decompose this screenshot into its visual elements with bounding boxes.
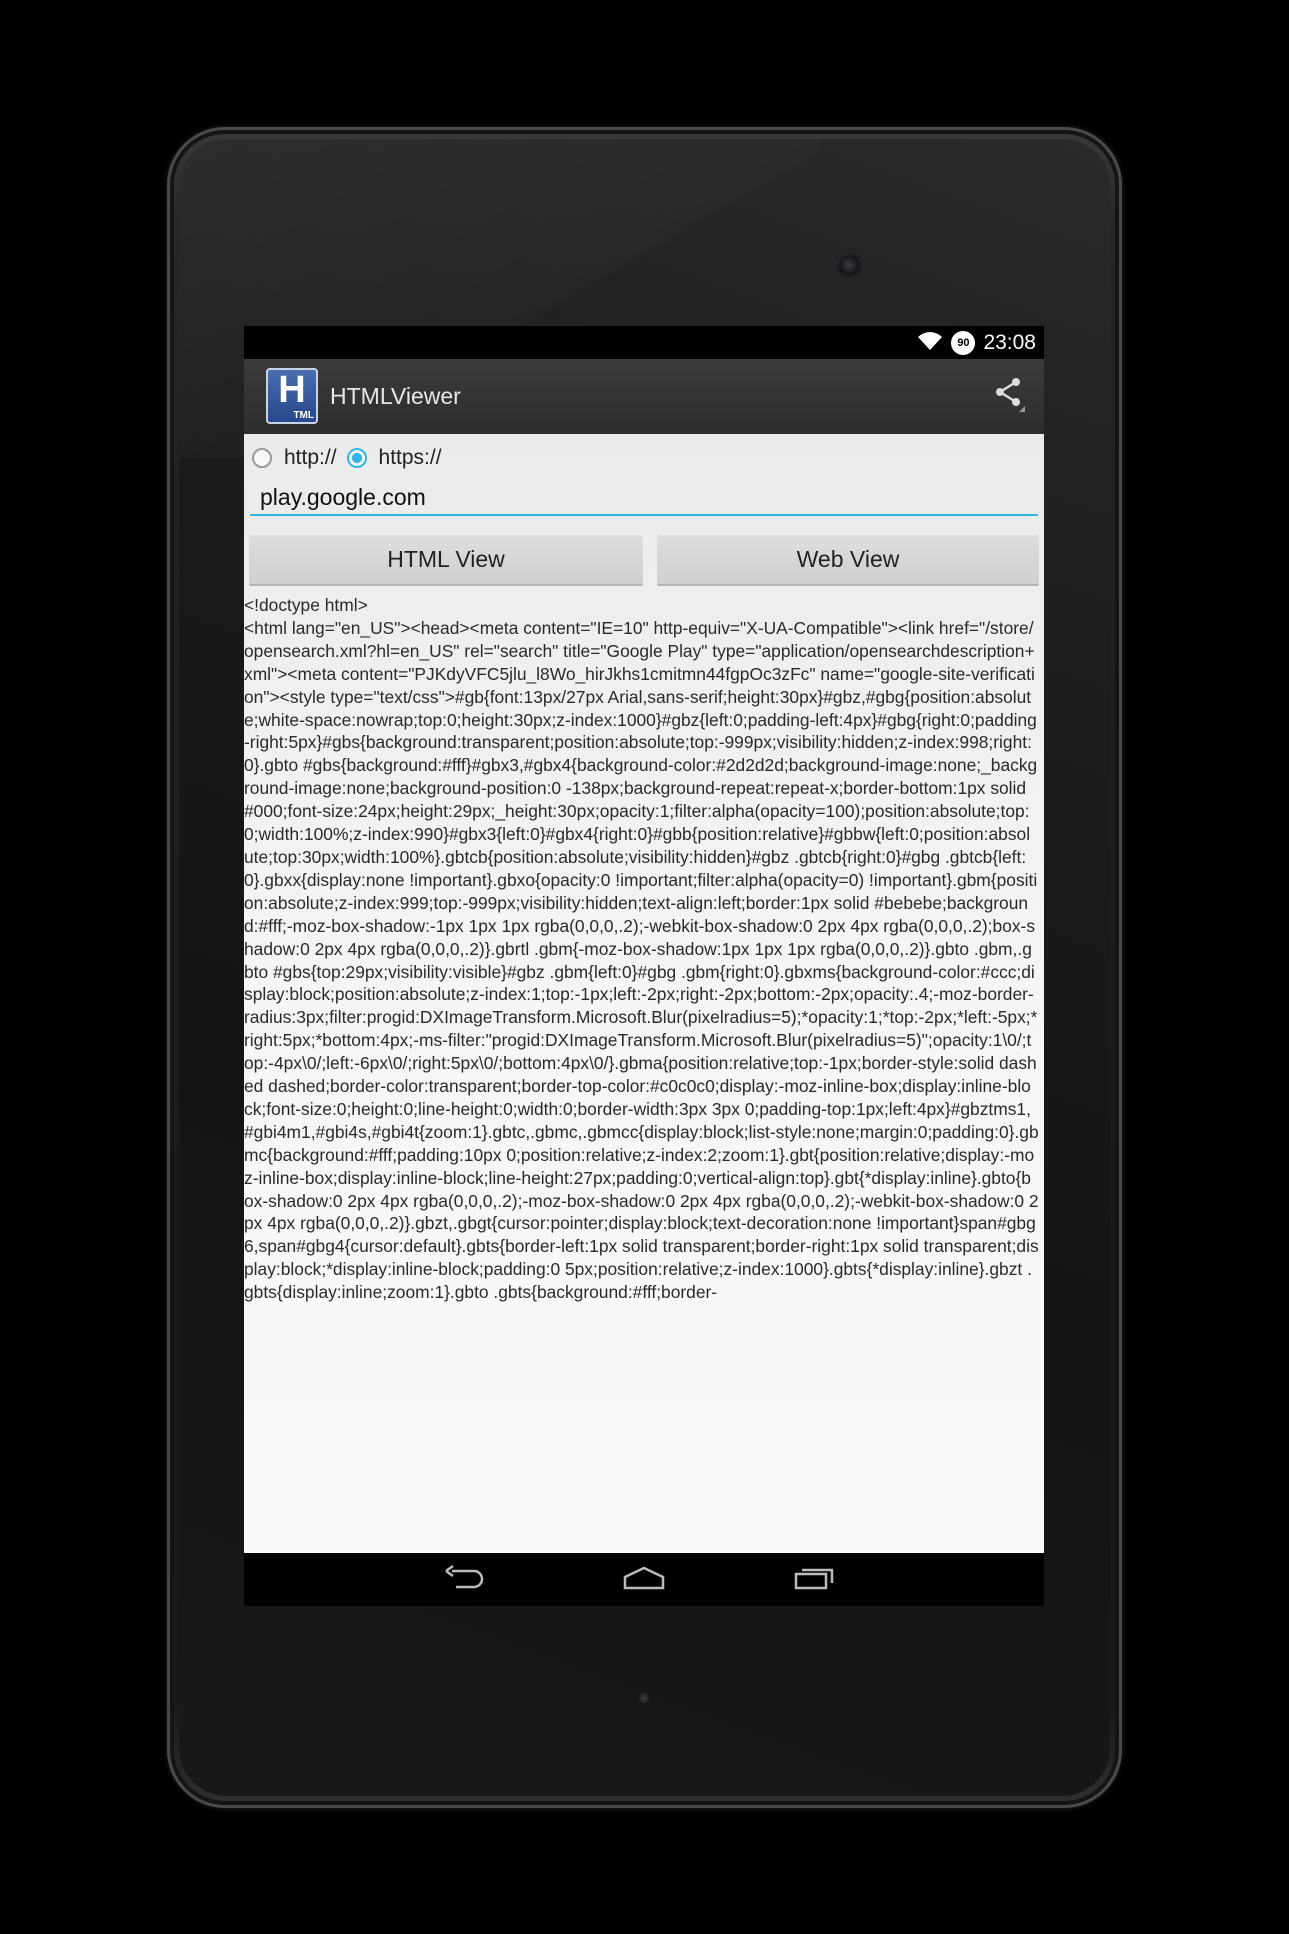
app-logo-subtext: TML: [293, 410, 314, 421]
back-icon: [442, 1564, 486, 1595]
status-icons: 90 23:08: [917, 326, 1036, 359]
share-icon: [991, 376, 1027, 416]
html-view-button[interactable]: HTML View: [249, 535, 643, 586]
status-bar: 90 23:08: [244, 326, 1044, 359]
device-scene: 90 23:08 H TML HTMLViewer http:// https:…: [0, 0, 1289, 1934]
html-source-text: <!doctype html> <html lang="en_US"><head…: [244, 595, 1039, 1303]
main-content: http:// https:// HTML View Web View <!do…: [244, 434, 1044, 1553]
url-input[interactable]: [250, 480, 1038, 516]
radio-https-label[interactable]: https://: [379, 446, 442, 470]
recent-apps-button[interactable]: [784, 1563, 844, 1597]
front-camera: [839, 255, 861, 277]
home-icon: [622, 1565, 666, 1595]
screen: 90 23:08 H TML HTMLViewer http:// https:…: [244, 326, 1044, 1606]
notification-led: [639, 1693, 649, 1703]
wifi-icon: [917, 331, 943, 355]
app-logo-letter: H: [278, 369, 306, 411]
status-time: 23:08: [983, 330, 1036, 354]
share-button[interactable]: [984, 371, 1034, 421]
back-button[interactable]: [434, 1563, 494, 1597]
navigation-bar: [244, 1553, 1044, 1606]
battery-icon: 90: [951, 330, 976, 355]
app-title: HTMLViewer: [330, 383, 461, 409]
web-view-button[interactable]: Web View: [657, 535, 1039, 586]
app-logo-icon[interactable]: H TML: [266, 368, 318, 424]
recent-apps-icon: [792, 1565, 836, 1595]
radio-http-label[interactable]: http://: [284, 446, 337, 470]
radio-https[interactable]: [346, 448, 367, 468]
action-bar: H TML HTMLViewer: [244, 359, 1044, 435]
protocol-radio-group: http:// https://: [252, 442, 452, 474]
radio-http[interactable]: [252, 448, 272, 468]
home-button[interactable]: [614, 1563, 674, 1597]
